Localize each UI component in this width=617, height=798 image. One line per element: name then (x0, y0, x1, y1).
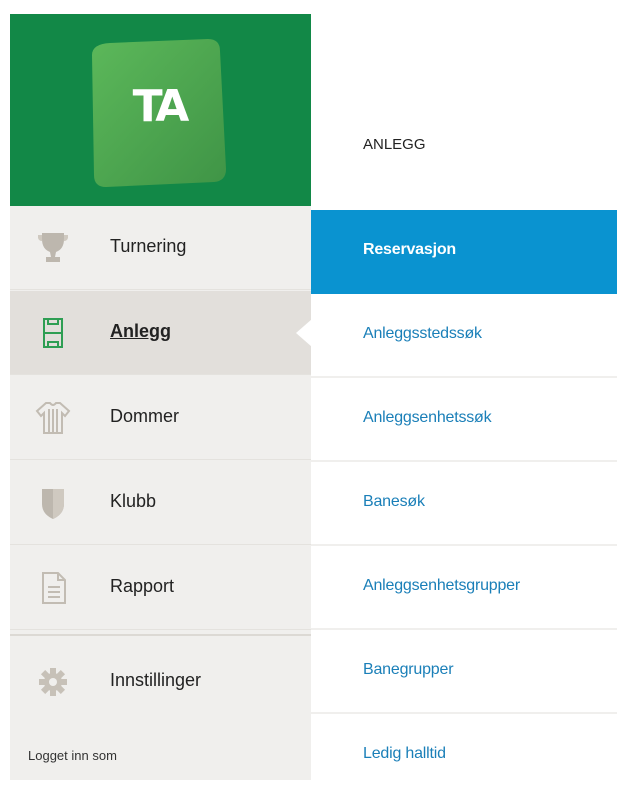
sidebar-item-label: Dommer (110, 406, 180, 426)
trophy-icon (34, 229, 72, 267)
submenu-item-label: Anleggsenhetssøk (363, 409, 492, 426)
referee-shirt-icon (34, 399, 72, 437)
submenu-item-label: Reservasjon (363, 241, 456, 258)
sidebar-item-anlegg[interactable]: Anlegg (10, 291, 312, 375)
sidebar-item-label: Klubb (110, 491, 157, 511)
document-icon (34, 569, 72, 607)
submenu-item-reservasjon[interactable]: Reservasjon (311, 210, 617, 294)
sidebar-divider (10, 634, 311, 636)
sidebar-item-label: Rapport (110, 576, 175, 596)
submenu-title: ANLEGG (363, 136, 426, 153)
sidebar-item-klubb[interactable]: Klubb (10, 461, 311, 545)
submenu-item-label: Anleggsstedssøk (363, 325, 482, 342)
submenu-item-ledig-halltid[interactable]: Ledig halltid (311, 714, 617, 798)
submenu-item-label: Ledig halltid (363, 745, 446, 762)
ta-logo[interactable]: TA (92, 39, 226, 187)
submenu-item-label: Anleggsenhetsgrupper (363, 577, 521, 594)
field-icon (34, 314, 72, 352)
sidebar-item-rapport[interactable]: Rapport (10, 546, 311, 630)
sidebar: TA Turnering Anlegg Dommer Klubb Rapport… (10, 14, 312, 780)
submenu-item-anleggsstedssok[interactable]: Anleggsstedssøk (311, 294, 617, 378)
logged-in-text: Logget inn som (28, 748, 117, 763)
gear-icon (34, 663, 72, 701)
submenu-item-banesok[interactable]: Banesøk (311, 462, 617, 546)
sidebar-item-label: Innstillinger (110, 670, 202, 690)
logo-area: TA (10, 14, 311, 206)
active-pointer (296, 319, 312, 347)
shield-icon (34, 484, 72, 522)
sidebar-item-turnering[interactable]: Turnering (10, 206, 311, 290)
sidebar-item-innstillinger[interactable]: Innstillinger (10, 640, 311, 724)
sidebar-item-label: Turnering (110, 236, 187, 256)
submenu-item-banegrupper[interactable]: Banegrupper (311, 630, 617, 714)
submenu-item-anleggsenhetsgrupper[interactable]: Anleggsenhetsgrupper (311, 546, 617, 630)
sidebar-item-dommer[interactable]: Dommer (10, 376, 311, 460)
sidebar-item-label: Anlegg (110, 321, 171, 341)
submenu-panel: ANLEGG Reservasjon Anleggsstedssøk Anleg… (311, 14, 617, 780)
submenu-item-label: Banegrupper (363, 661, 454, 678)
logo-text: TA (132, 81, 190, 132)
submenu-item-label: Banesøk (363, 493, 425, 510)
submenu-item-anleggsenhetssok[interactable]: Anleggsenhetssøk (311, 378, 617, 462)
